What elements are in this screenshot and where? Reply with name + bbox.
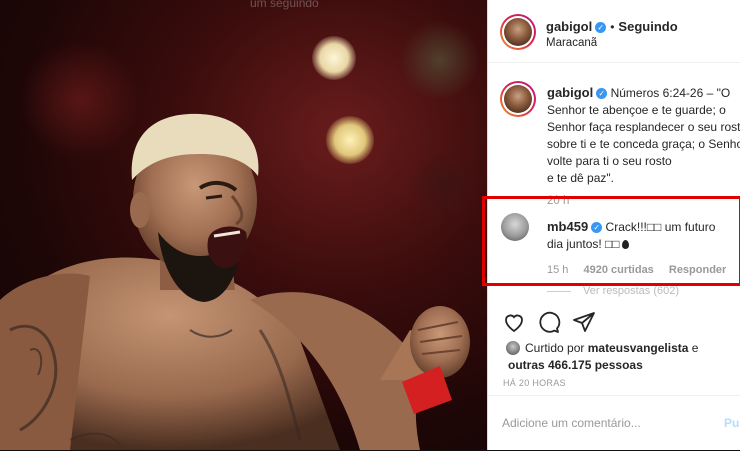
likes-connector: e xyxy=(688,341,699,355)
likes-others[interactable]: outras 466.175 pessoas xyxy=(508,357,698,374)
caption-line: sobre ti e te conceda graça; o Senho xyxy=(547,137,740,151)
comment-icon[interactable] xyxy=(537,310,561,334)
liker-username[interactable]: mateusvangelista xyxy=(588,341,689,355)
player-illustration xyxy=(0,113,470,450)
post-time-ago[interactable]: HÁ 20 HORAS xyxy=(503,378,566,388)
caption-line: e te dê paz". xyxy=(547,171,614,185)
add-comment-bar: Pul xyxy=(488,395,740,451)
share-icon[interactable] xyxy=(572,310,596,334)
post-header: gabigol ✓ • Seguindo Maracanã xyxy=(488,0,740,63)
caption-username[interactable]: gabigol xyxy=(547,85,593,100)
caption-line: Números 6:24-26 – "O xyxy=(610,86,731,100)
view-replies-row[interactable]: Ver respostas (602) xyxy=(547,285,679,297)
post-caption: gabigol ✓ Números 6:24-26 – "O Senhor te … xyxy=(547,84,740,187)
heart-icon[interactable] xyxy=(502,310,526,334)
publish-button[interactable]: Pul xyxy=(724,416,740,430)
action-bar xyxy=(488,310,740,336)
caption-line: volte para ti o seu rosto xyxy=(547,154,672,168)
header-user-row: gabigol ✓ • Seguindo xyxy=(546,19,678,34)
following-button[interactable]: Seguindo xyxy=(618,19,677,34)
caption-avatar[interactable] xyxy=(500,81,536,117)
verified-badge-icon: ✓ xyxy=(596,88,608,100)
caption-line: Senhor te abençoe e te guarde; o xyxy=(547,103,726,117)
add-comment-input[interactable] xyxy=(502,416,692,430)
comment-highlight-box xyxy=(482,196,740,286)
post-location[interactable]: Maracanã xyxy=(546,37,597,49)
likes-summary: Curtido por mateusvangelista e outras 46… xyxy=(508,340,698,374)
view-replies-link[interactable]: Ver respostas (602) xyxy=(583,285,679,297)
separator-dot: • xyxy=(610,20,615,34)
author-username[interactable]: gabigol xyxy=(546,19,592,34)
commenter-avatar[interactable] xyxy=(501,213,529,241)
author-avatar[interactable] xyxy=(500,14,536,50)
post-photo[interactable]: um seguindo xyxy=(0,0,487,450)
verified-badge-icon: ✓ xyxy=(595,22,607,34)
likes-prefix: Curtido por xyxy=(525,341,585,355)
caption-line: Senhor faça resplandecer o seu rosto xyxy=(547,120,740,134)
